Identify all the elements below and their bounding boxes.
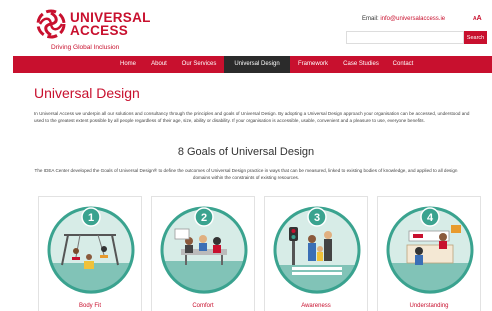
email-link[interactable]: info@universalaccess.ie: [380, 16, 445, 22]
text-size-large-button[interactable]: A: [477, 15, 482, 22]
search-button[interactable]: Search: [464, 31, 487, 44]
goal-card-understanding[interactable]: 4 Understanding: [377, 196, 481, 311]
goal-card-body-fit[interactable]: 1 Body Fit: [38, 196, 142, 311]
nav-item-home[interactable]: Home: [116, 56, 140, 73]
goal-number-2: 2: [201, 212, 207, 224]
nav-item-our-services[interactable]: Our Services: [177, 56, 221, 73]
brand-line-2: ACCESS: [70, 23, 129, 38]
goal-card-awareness[interactable]: 3 Awareness: [264, 196, 368, 311]
goal-badge-2: 2: [194, 207, 214, 227]
nav-item-framework[interactable]: Framework: [293, 56, 333, 73]
email-label: Email:: [362, 16, 379, 22]
nav-item-contact[interactable]: Contact: [387, 56, 419, 73]
search-input[interactable]: [346, 31, 464, 44]
goal-card-comfort[interactable]: 2 Comfort: [151, 196, 255, 311]
nav-item-about[interactable]: About: [147, 56, 171, 73]
intro-paragraph: In Universal Access we underpin all our …: [34, 111, 470, 123]
goal-label-understanding: Understanding: [409, 303, 449, 309]
section-title: 8 Goals of Universal Design: [177, 146, 315, 158]
goal-label-body-fit: Body Fit: [78, 303, 101, 309]
goal-label-awareness: Awareness: [301, 303, 331, 309]
main-navigation: Home About Our Services Universal Design…: [13, 56, 492, 73]
contact-email: Email: info@universalaccess.ie: [362, 16, 445, 22]
goal-badge-3: 3: [307, 207, 327, 227]
goal-number-1: 1: [88, 212, 94, 224]
goal-label-comfort: Comfort: [192, 303, 214, 309]
nav-item-universal-design[interactable]: Universal Design: [224, 56, 290, 73]
text-size-controls: AA: [473, 15, 482, 22]
section-description: The IDEA Center developed the Goals of U…: [34, 168, 458, 180]
universal-access-logo-icon[interactable]: [36, 9, 66, 39]
brand-name[interactable]: UNIVERSAL ACCESS: [70, 11, 151, 38]
site-header: UNIVERSAL ACCESS Driving Global Inclusio…: [0, 0, 492, 56]
brand-tagline: Driving Global Inclusion: [51, 44, 120, 51]
nav-item-case-studies[interactable]: Case Studies: [338, 56, 384, 73]
goal-badge-4: 4: [420, 207, 440, 227]
goal-number-3: 3: [314, 212, 320, 224]
goal-number-4: 4: [427, 212, 434, 224]
goal-badge-1: 1: [81, 207, 101, 227]
page-title: Universal Design: [34, 85, 140, 101]
